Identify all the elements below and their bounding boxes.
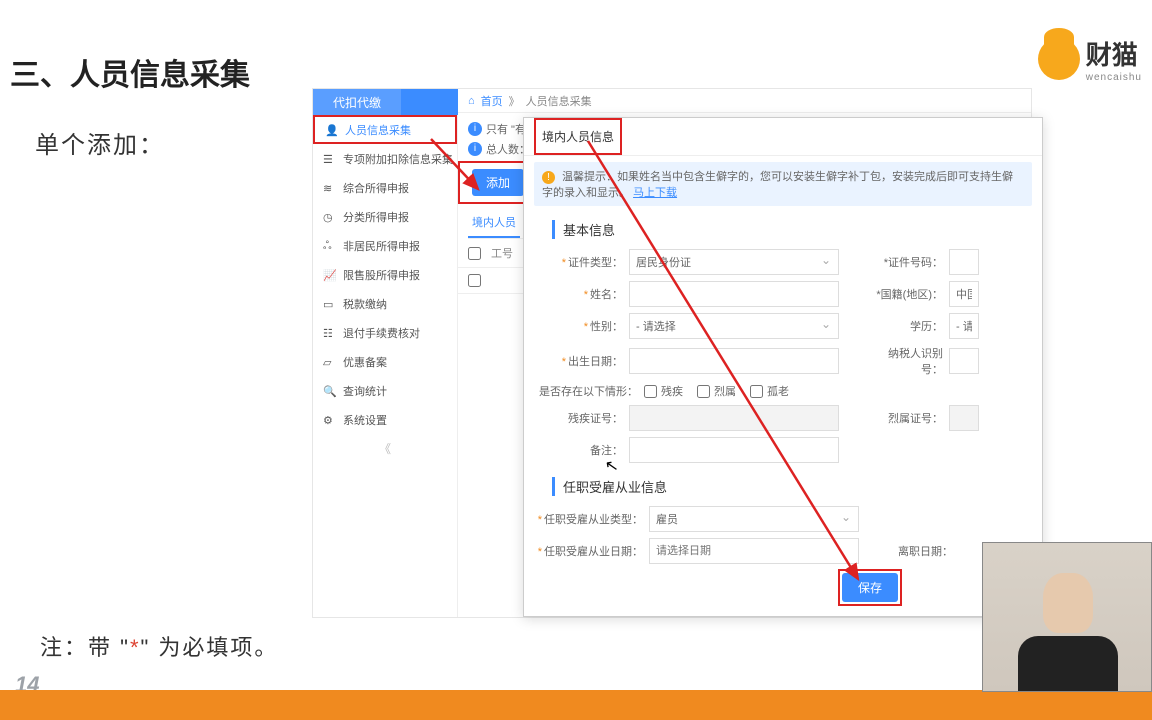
section-job: 任职受雇从业信息 <box>552 477 1042 496</box>
sidebar-item-classified[interactable]: ◷分类所得申报 <box>313 202 457 231</box>
checkbox-row[interactable] <box>468 274 481 287</box>
col-id: 工号 <box>491 245 513 261</box>
sidebar-item-personnel[interactable]: 👤人员信息采集 <box>313 115 457 144</box>
clock-icon: ◷ <box>323 211 335 223</box>
crumb-current: 人员信息采集 <box>526 93 592 109</box>
chk-disabled[interactable]: 残疾 <box>644 383 683 399</box>
inp-name[interactable] <box>629 281 839 307</box>
sidebar-item-nonresident[interactable]: ஃ非居民所得申报 <box>313 231 457 260</box>
tip-download-link[interactable]: 马上下载 <box>633 187 677 199</box>
top-tab-withholding[interactable]: 代扣代缴 <box>313 89 401 115</box>
sel-gender[interactable] <box>629 313 839 339</box>
cat-coin-icon <box>1038 38 1080 80</box>
warn-icon: ! <box>542 171 555 184</box>
tip-label: 温馨提示： <box>562 171 617 183</box>
sel-jobtype[interactable] <box>649 506 859 532</box>
card-icon: ▱ <box>323 356 335 368</box>
layers-icon: ≋ <box>323 182 335 194</box>
section-basic: 基本信息 <box>552 220 1042 239</box>
inp-idno[interactable] <box>949 249 979 275</box>
doc-icon: ☷ <box>323 327 335 339</box>
slide-subtitle: 单个添加： <box>35 125 165 160</box>
lbl-disno: 残疾证号： <box>534 410 629 426</box>
chart-icon: 📈 <box>323 269 335 281</box>
sidebar: 👤人员信息采集 ☰专项附加扣除信息采集 ≋综合所得申报 ◷分类所得申报 ஃ非居民… <box>313 115 458 617</box>
brand-name: 财猫 <box>1086 35 1142 72</box>
inp-disno[interactable] <box>629 405 839 431</box>
home-icon[interactable]: ⌂ <box>468 95 475 107</box>
brand-sub: wencaishu <box>1086 72 1142 83</box>
presenter-video <box>982 542 1152 692</box>
add-button[interactable]: 添加 <box>472 169 524 196</box>
lbl-birth: *出生日期： <box>534 353 629 369</box>
crumb-sep: 》 <box>509 93 520 109</box>
search-icon: 🔍 <box>323 385 335 397</box>
lbl-name: *姓名： <box>534 286 629 302</box>
brand-logo-block: 财猫 wencaishu <box>1038 35 1142 83</box>
list-icon: ☰ <box>323 153 335 165</box>
lbl-idno: *证件号码： <box>869 254 949 270</box>
breadcrumb: ⌂ 首页 》 人员信息采集 <box>458 89 1031 113</box>
sel-idtype[interactable] <box>629 249 839 275</box>
slide-title: 三、人员信息采集 <box>10 50 250 94</box>
lbl-leavedate: 离职日期： <box>879 543 959 559</box>
add-person-modal: 境内人员信息 ! 温馨提示：如果姓名当中包含生僻字的，您可以安装生僻字补丁包，安… <box>523 117 1043 617</box>
inp-jobdate[interactable] <box>649 538 859 564</box>
tip-banner: ! 温馨提示：如果姓名当中包含生僻字的，您可以安装生僻字补丁包，安装完成后即可支… <box>534 162 1032 206</box>
lbl-idtype: *证件类型： <box>534 254 629 270</box>
inp-birth[interactable] <box>629 348 839 374</box>
sidebar-item-restricted[interactable]: 📈限售股所得申报 <box>313 260 457 289</box>
info-icon: i <box>468 122 482 136</box>
lbl-jobdate: *任职受雇从业日期： <box>534 543 649 559</box>
lbl-edu: 学历： <box>869 318 949 334</box>
lbl-taxid: 纳税人识别号： <box>869 345 949 377</box>
person-icon: ஃ <box>323 240 335 252</box>
tax-app-window: 代扣代缴 ⌂ 首页 》 人员信息采集 👤人员信息采集 ☰专项附加扣除信息采集 ≋… <box>312 88 1032 618</box>
sel-edu[interactable] <box>949 313 979 339</box>
chk-martyr[interactable]: 烈属 <box>697 383 736 399</box>
lbl-jobtype: *任职受雇从业类型： <box>534 511 649 527</box>
tab-domestic[interactable]: 境内人员 <box>468 208 520 238</box>
lbl-marno: 烈属证号： <box>869 410 949 426</box>
slide-note: 注：带 "*" 为必填项。 <box>40 630 278 662</box>
sidebar-item-comprehensive[interactable]: ≋综合所得申报 <box>313 173 457 202</box>
crumb-home[interactable]: 首页 <box>481 93 503 109</box>
gear-icon: ⚙ <box>323 414 335 426</box>
lbl-nation: *国籍(地区)： <box>869 286 949 302</box>
lbl-gender: *性别： <box>534 318 629 334</box>
checkbox-all[interactable] <box>468 247 481 260</box>
modal-tab-domestic[interactable]: 境内人员信息 <box>536 120 620 153</box>
inp-taxid[interactable] <box>949 348 979 374</box>
chk-elder[interactable]: 孤老 <box>750 383 789 399</box>
page-bar <box>0 690 1152 720</box>
notice-text: 只有 "有 <box>486 121 526 137</box>
inp-remark[interactable] <box>629 437 839 463</box>
modal-tabs: 境内人员信息 <box>524 118 1042 156</box>
inp-marno[interactable] <box>949 405 979 431</box>
sidebar-item-payment[interactable]: ▭税款缴纳 <box>313 289 457 318</box>
lbl-exist: 是否存在以下情形： <box>534 383 644 399</box>
sel-nation[interactable] <box>949 281 979 307</box>
save-button[interactable]: 保存 <box>842 573 898 602</box>
sidebar-item-refund[interactable]: ☷退付手续费核对 <box>313 318 457 347</box>
user-icon: 👤 <box>325 124 337 136</box>
sidebar-item-special-deduct[interactable]: ☰专项附加扣除信息采集 <box>313 144 457 173</box>
sidebar-item-preferential[interactable]: ▱优惠备案 <box>313 347 457 376</box>
sidebar-item-settings[interactable]: ⚙系统设置 <box>313 405 457 434</box>
sidebar-collapse[interactable]: 《 <box>313 440 457 457</box>
folder-icon: ▭ <box>323 298 335 310</box>
info-icon: i <box>468 142 482 156</box>
sidebar-item-query[interactable]: 🔍查询统计 <box>313 376 457 405</box>
